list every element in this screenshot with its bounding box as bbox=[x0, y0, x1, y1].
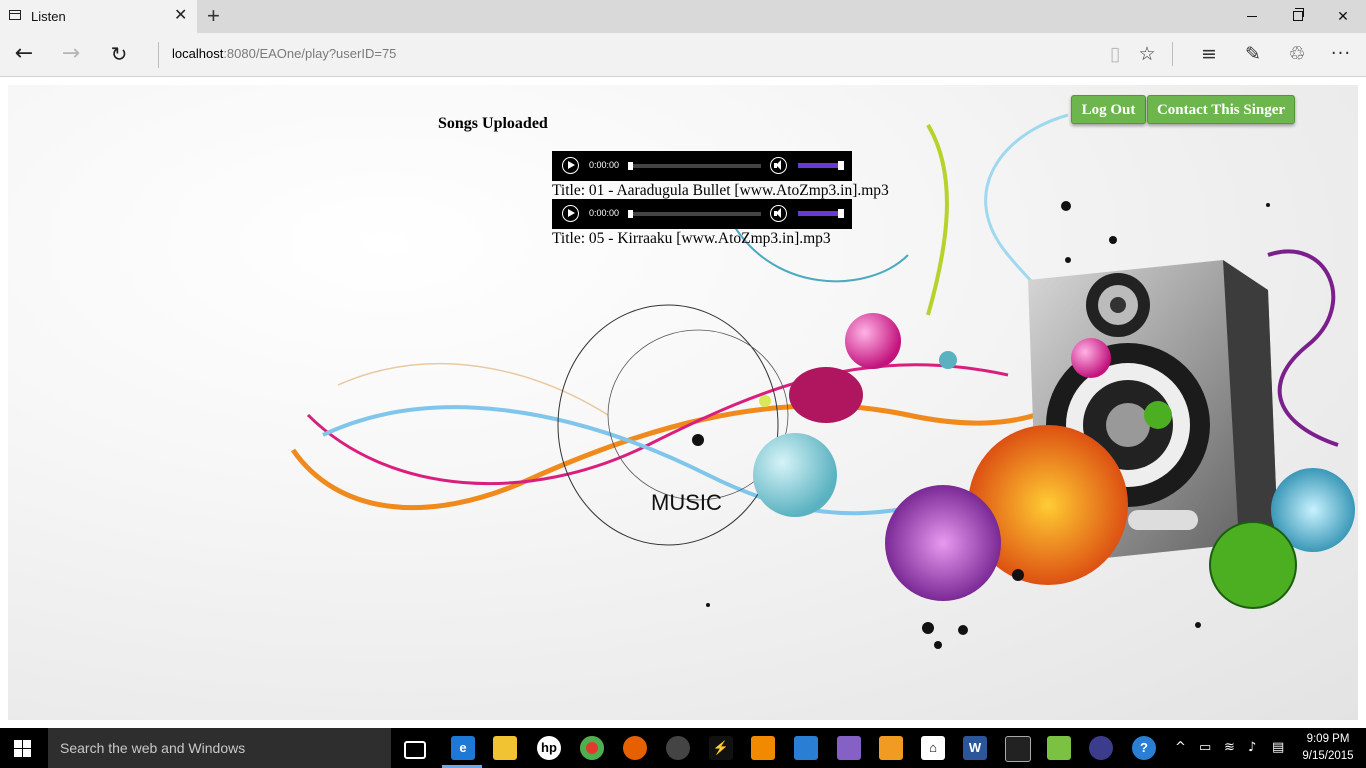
windows-logo-icon bbox=[14, 749, 22, 757]
share-icon[interactable]: ♲ bbox=[1284, 41, 1310, 67]
tab-listen[interactable]: Listen ✕ bbox=[0, 0, 197, 33]
close-icon: ✕ bbox=[1337, 8, 1349, 24]
address-separator bbox=[158, 42, 159, 68]
page-body: MUSIC Songs Uploaded Log Out Contact Thi… bbox=[8, 85, 1358, 720]
address-host: localhost bbox=[172, 46, 224, 61]
window-close-button[interactable]: ✕ bbox=[1320, 0, 1366, 33]
word-icon[interactable]: W bbox=[963, 736, 987, 760]
navigation-bar: ← → ↻ localhost:8080/EAOne/play?userID=7… bbox=[0, 33, 1366, 77]
notifications-icon[interactable]: ▤ bbox=[1272, 740, 1284, 755]
song-item: 0:00:00 Title: 01 - Aaradugula Bullet [w… bbox=[552, 151, 889, 200]
audio-player[interactable]: 0:00:00 bbox=[552, 199, 852, 229]
songs-heading: Songs Uploaded bbox=[438, 115, 548, 132]
audio-time: 0:00:00 bbox=[589, 208, 620, 218]
volume-thumb[interactable] bbox=[838, 209, 844, 218]
tray-chevron-icon[interactable]: ^ bbox=[1175, 740, 1186, 755]
contact-singer-button[interactable]: Contact This Singer bbox=[1147, 95, 1295, 124]
notepadpp-icon[interactable] bbox=[1047, 736, 1071, 760]
refresh-icon[interactable]: ↻ bbox=[106, 41, 132, 67]
home-icon[interactable]: ⌂ bbox=[921, 736, 945, 760]
seek-thumb[interactable] bbox=[628, 162, 633, 170]
taskbar-clock[interactable]: 9:09 PM 9/15/2015 bbox=[1298, 731, 1358, 765]
music-art-text: MUSIC bbox=[651, 490, 722, 515]
photos-icon[interactable] bbox=[794, 736, 818, 760]
store-lock-icon[interactable] bbox=[879, 736, 903, 760]
hub-icon[interactable]: ≡ bbox=[1196, 41, 1222, 67]
edge-icon[interactable]: e bbox=[451, 736, 475, 760]
winamp-icon[interactable]: ⚡ bbox=[709, 736, 733, 760]
battery-icon[interactable]: ▭ bbox=[1199, 740, 1211, 755]
windows-logo-icon bbox=[14, 740, 22, 748]
minimize-button[interactable] bbox=[1228, 0, 1274, 33]
address-bar[interactable]: localhost:8080/EAOne/play?userID=75 bbox=[172, 46, 396, 61]
volume-thumb[interactable] bbox=[838, 161, 844, 170]
help-icon[interactable]: ? bbox=[1132, 736, 1156, 760]
hp-icon[interactable]: hp bbox=[537, 736, 561, 760]
tab-close-button[interactable]: ✕ bbox=[174, 6, 187, 26]
web-note-icon[interactable]: ✎ bbox=[1240, 41, 1266, 67]
play-icon[interactable] bbox=[562, 157, 579, 174]
eclipse-icon[interactable] bbox=[1089, 736, 1113, 760]
maximize-icon bbox=[1293, 8, 1304, 21]
forward-icon[interactable]: → bbox=[58, 41, 84, 67]
clock-date: 9/15/2015 bbox=[1302, 750, 1354, 762]
back-icon[interactable]: ← bbox=[11, 41, 37, 67]
firefox-icon[interactable] bbox=[623, 736, 647, 760]
tab-page-icon bbox=[9, 10, 21, 20]
chrome-icon[interactable] bbox=[580, 736, 604, 760]
windows-logo-icon bbox=[23, 740, 31, 748]
play-icon[interactable] bbox=[562, 205, 579, 222]
windows-logo-icon bbox=[23, 749, 31, 757]
clock-time: 9:09 PM bbox=[1306, 733, 1350, 745]
address-path: :8080/EAOne/play?userID=75 bbox=[223, 46, 397, 61]
audio-time: 0:00:00 bbox=[589, 160, 620, 170]
speaker-icon[interactable]: ♪ bbox=[1248, 740, 1256, 755]
wifi-icon[interactable]: ≋ bbox=[1224, 740, 1235, 755]
vlc-icon[interactable] bbox=[751, 736, 775, 760]
song-title: Title: 01 - Aaradugula Bullet [www.AtoZm… bbox=[552, 182, 889, 199]
tab-bar: Listen ✕ + ✕ bbox=[0, 0, 1366, 33]
visual-studio-icon[interactable] bbox=[837, 736, 861, 760]
taskbar: Search the web and Windows e hp ⚡ ⌂ W ? … bbox=[0, 728, 1366, 768]
logout-button[interactable]: Log Out bbox=[1071, 95, 1146, 124]
more-icon[interactable]: ··· bbox=[1328, 41, 1354, 67]
tab-title: Listen bbox=[31, 9, 66, 24]
minimize-icon bbox=[1247, 16, 1257, 17]
new-tab-button[interactable]: + bbox=[207, 4, 220, 28]
file-explorer-icon[interactable] bbox=[493, 736, 517, 760]
volume-icon[interactable] bbox=[770, 205, 787, 222]
search-placeholder: Search the web and Windows bbox=[60, 740, 246, 756]
seek-bar[interactable] bbox=[628, 212, 761, 216]
reading-view-icon[interactable]: ▯ bbox=[1102, 41, 1128, 67]
maximize-button[interactable] bbox=[1274, 0, 1320, 33]
start-button[interactable] bbox=[14, 740, 31, 757]
song-item: 0:00:00 Title: 05 - Kirraaku [www.AtoZmp… bbox=[552, 199, 852, 248]
task-view-icon[interactable] bbox=[404, 741, 426, 759]
cmd-icon[interactable] bbox=[1005, 736, 1031, 762]
taskbar-search[interactable]: Search the web and Windows bbox=[48, 728, 391, 768]
audio-player[interactable]: 0:00:00 bbox=[552, 151, 852, 181]
favorite-star-icon[interactable]: ☆ bbox=[1134, 41, 1160, 67]
media-icon[interactable] bbox=[666, 736, 690, 760]
seek-thumb[interactable] bbox=[628, 210, 633, 218]
toolbar-separator bbox=[1172, 42, 1173, 66]
volume-icon[interactable] bbox=[770, 157, 787, 174]
song-title: Title: 05 - Kirraaku [www.AtoZmp3.in].mp… bbox=[552, 230, 831, 247]
seek-bar[interactable] bbox=[628, 164, 761, 168]
